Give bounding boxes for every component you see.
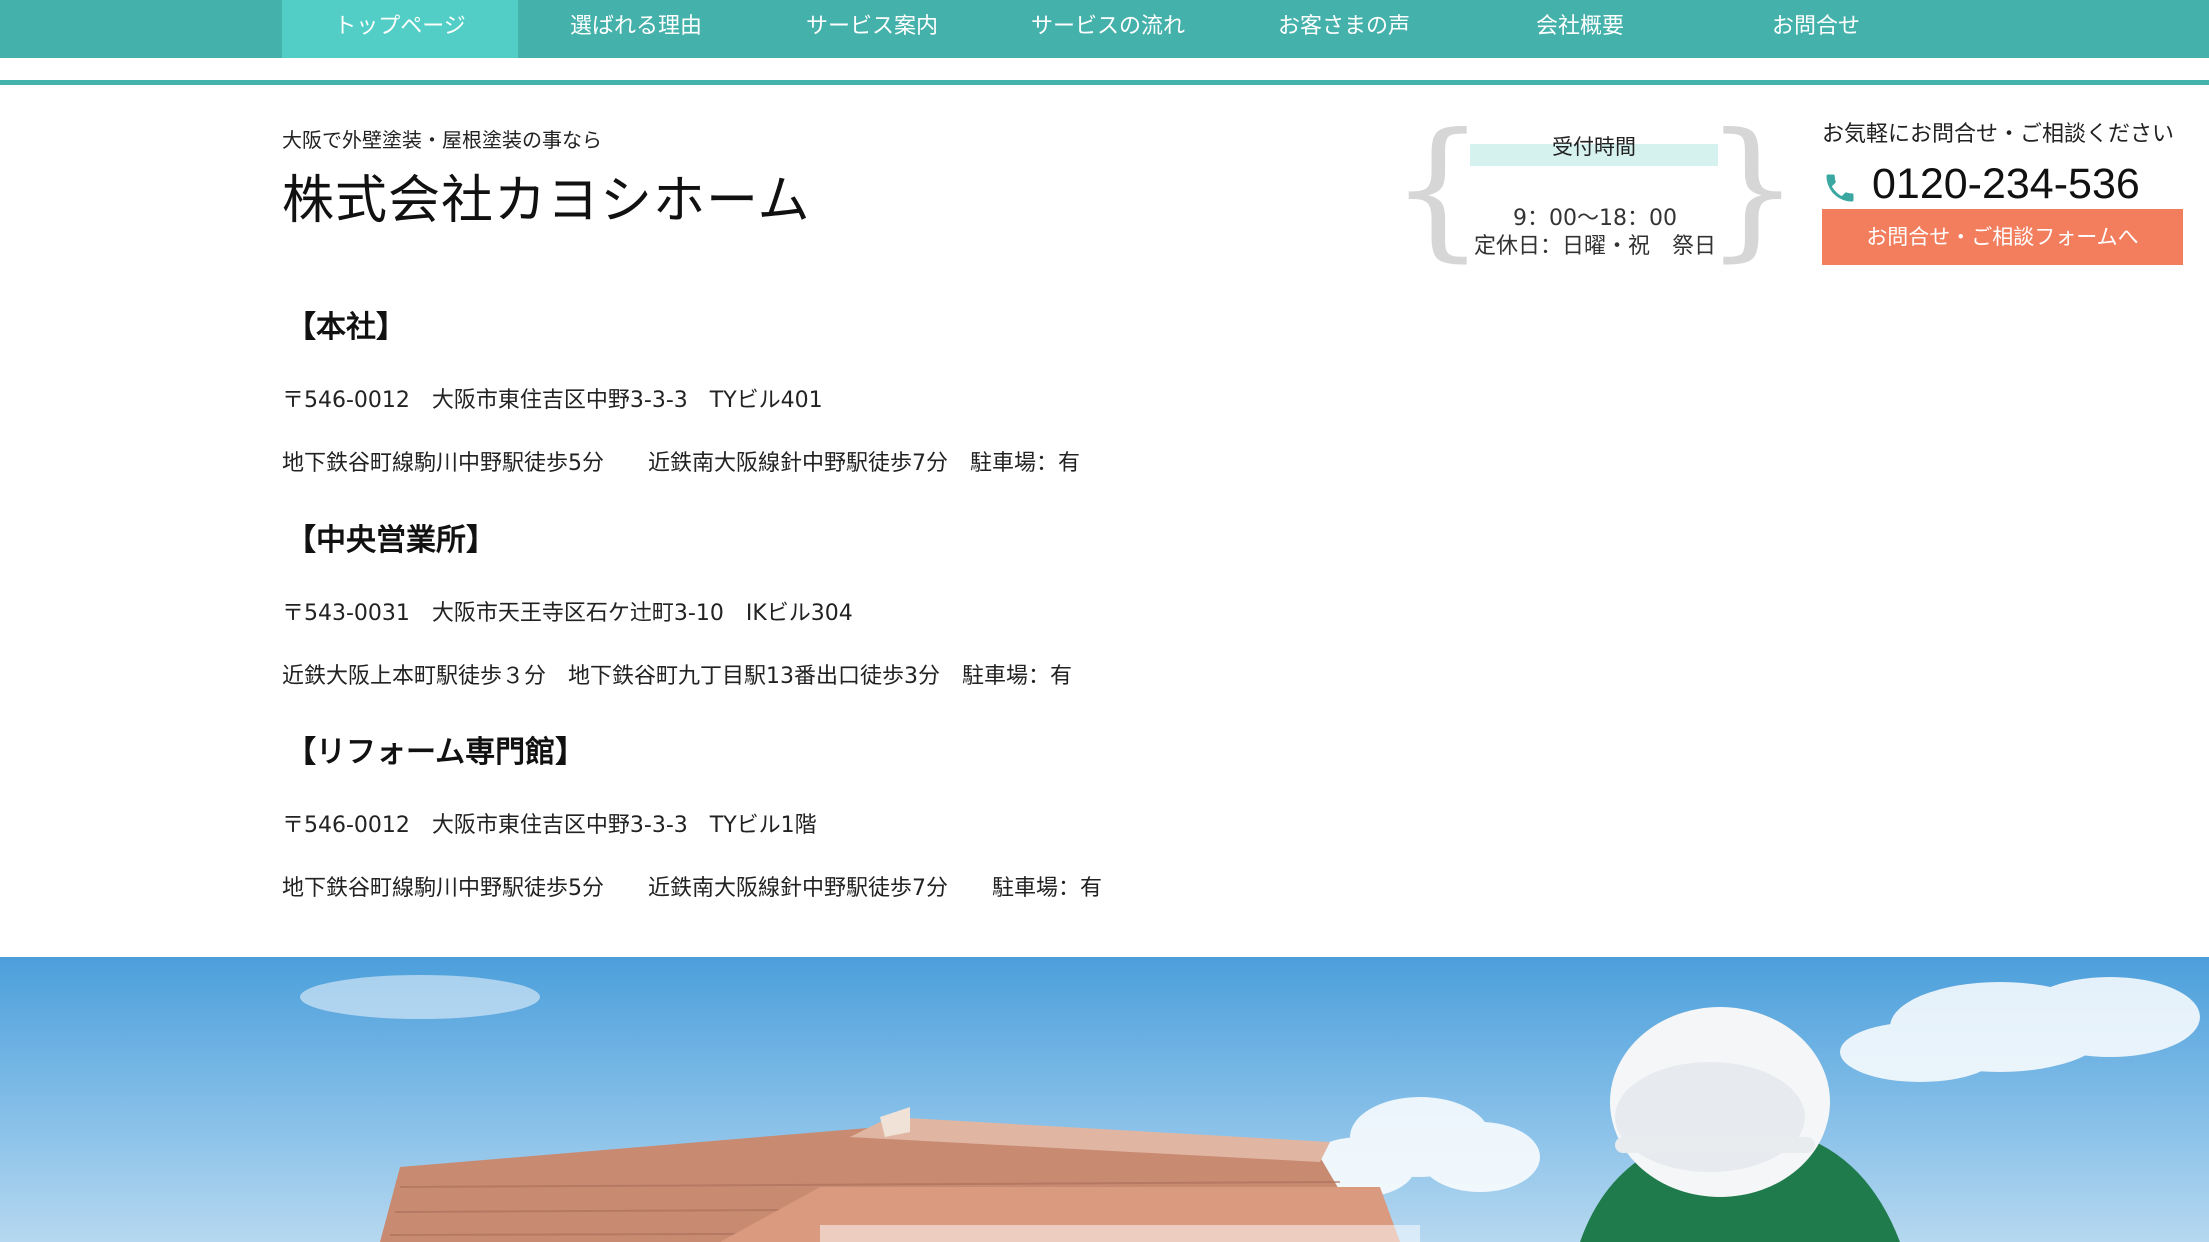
nav-item-company[interactable]: 会社概要 <box>1462 0 1698 58</box>
hours-title: 受付時間 <box>1470 137 1718 166</box>
hours-closed-days: 定休日：日曜・祝 祭日 <box>1473 234 1716 259</box>
header-tagline: 大阪で外壁塗装・屋根塗装の事なら <box>282 128 602 152</box>
hero-illustration <box>300 975 2200 1242</box>
phone-icon <box>1826 174 1854 202</box>
company-logo-text[interactable]: 株式会社カヨシホーム <box>282 158 810 233</box>
office-address-central: 〒543-0031 大阪市天王寺区石ケ辻町3-10 IKビル304 <box>282 601 853 626</box>
nav-item-reasons[interactable]: 選ばれる理由 <box>518 0 754 58</box>
business-hours: { } 受付時間 9：00〜18：00 定休日：日曜・祝 祭日 <box>1390 114 1800 272</box>
tiled-roof <box>380 1107 1400 1242</box>
office-access-headquarters: 地下鉄谷町線駒川中野駅徒歩5分 近鉄南大阪線針中野駅徒歩7分 駐車場：有 <box>282 451 1080 476</box>
phone-number[interactable]: 0120-234-536 <box>1872 160 2140 209</box>
contact-form-button[interactable]: お問合せ・ご相談フォームへ <box>1822 209 2183 265</box>
office-heading-central: 【中央営業所】 <box>286 523 496 558</box>
nav-item-top[interactable]: トップページ <box>282 0 518 58</box>
office-address-reform: 〒546-0012 大阪市東住吉区中野3-3-3 TYビル1階 <box>282 813 817 838</box>
office-access-central: 近鉄大阪上本町駅徒歩３分 地下鉄谷町九丁目駅13番出口徒歩3分 駐車場：有 <box>282 664 1072 689</box>
contact-lead: お気軽にお問合せ・ご相談ください <box>1822 122 2175 147</box>
hero-image <box>0 957 2209 1242</box>
global-nav: トップページ 選ばれる理由 サービス案内 サービスの流れ お客さまの声 会社概要… <box>0 0 2209 58</box>
nav-divider <box>0 80 2209 85</box>
nav-item-contact[interactable]: お問合せ <box>1698 0 1934 58</box>
office-heading-headquarters: 【本社】 <box>286 310 406 345</box>
nav-item-flow[interactable]: サービスの流れ <box>990 0 1226 58</box>
office-access-reform: 地下鉄谷町線駒川中野駅徒歩5分 近鉄南大阪線針中野駅徒歩7分 駐車場：有 <box>282 876 1102 901</box>
office-heading-reform: 【リフォーム専門館】 <box>286 735 586 770</box>
office-address-headquarters: 〒546-0012 大阪市東住吉区中野3-3-3 TYビル401 <box>282 388 823 413</box>
nav-item-services[interactable]: サービス案内 <box>754 0 990 58</box>
nav-item-voices[interactable]: お客さまの声 <box>1226 0 1462 58</box>
hours-title-text: 受付時間 <box>1552 135 1636 159</box>
